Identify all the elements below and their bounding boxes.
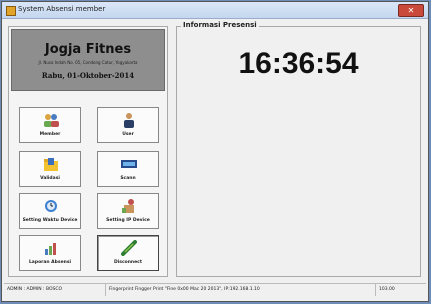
report-chart-icon bbox=[45, 243, 56, 255]
scann-button-label: Scann bbox=[120, 176, 136, 181]
scanner-icon bbox=[121, 160, 137, 168]
presensi-title: Informasi Presensi bbox=[181, 21, 259, 29]
gym-name: Jogja Fitnes bbox=[44, 42, 132, 57]
member-button-label: Member bbox=[39, 132, 61, 137]
ip-device-icon bbox=[122, 199, 134, 213]
laporan-absensi-button[interactable]: Laporan Absensi bbox=[19, 235, 81, 271]
status-bar: ADMIN : ADMIN : BOSCO Fingerprint Fingge… bbox=[4, 283, 426, 297]
member-button[interactable]: Member bbox=[19, 107, 81, 143]
status-user: ADMIN : ADMIN : BOSCO bbox=[4, 284, 106, 296]
presensi-panel: Informasi Presensi 16:36:54 bbox=[176, 21, 421, 277]
scann-button[interactable]: Scann bbox=[97, 151, 159, 187]
laporan-absensi-label: Laporan Absensi bbox=[28, 260, 72, 265]
current-date: Rabu, 01-Oktober-2014 bbox=[41, 71, 135, 80]
disconnect-button-label: Disconnect bbox=[114, 260, 142, 265]
status-message: Fingerprint Fingger Print "Fine 0x00 Mac… bbox=[106, 284, 376, 296]
close-icon: ✕ bbox=[407, 6, 415, 15]
disconnect-button[interactable]: Disconnect bbox=[97, 235, 159, 271]
setting-waktu-device-button[interactable]: Setting Waktu Device bbox=[19, 193, 81, 229]
title-bar[interactable]: System Absensi member ✕ bbox=[2, 2, 428, 19]
close-button[interactable]: ✕ bbox=[398, 4, 424, 17]
members-icon bbox=[44, 114, 59, 127]
gym-header: Jogja Fitnes Jl. Nusa Indah No. 05, Cond… bbox=[11, 29, 165, 91]
window-title: System Absensi member bbox=[18, 5, 106, 13]
folder-icon bbox=[44, 158, 58, 171]
main-window: System Absensi member ✕ Jogja Fitnes Jl.… bbox=[1, 1, 429, 302]
setting-ip-device-label: Setting IP Device bbox=[106, 218, 150, 223]
menu-panel: Jogja Fitnes Jl. Nusa Indah No. 05, Cond… bbox=[8, 26, 168, 277]
user-icon bbox=[124, 113, 134, 128]
setting-waktu-device-label: Setting Waktu Device bbox=[22, 218, 78, 223]
validasi-button[interactable]: Validasi bbox=[19, 151, 81, 187]
clock-display: 16:36:54 bbox=[238, 47, 359, 80]
user-button[interactable]: User bbox=[97, 107, 159, 143]
app-icon bbox=[6, 6, 16, 16]
clock-device-icon bbox=[45, 200, 57, 212]
validasi-button-label: Validasi bbox=[40, 176, 60, 181]
user-button-label: User bbox=[122, 132, 134, 137]
status-code: 103.00 bbox=[379, 287, 395, 292]
disconnect-plug-icon bbox=[121, 240, 137, 256]
gym-address: Jl. Nusa Indah No. 05, Condong Catur, Yo… bbox=[38, 60, 138, 65]
setting-ip-device-button[interactable]: Setting IP Device bbox=[97, 193, 159, 229]
